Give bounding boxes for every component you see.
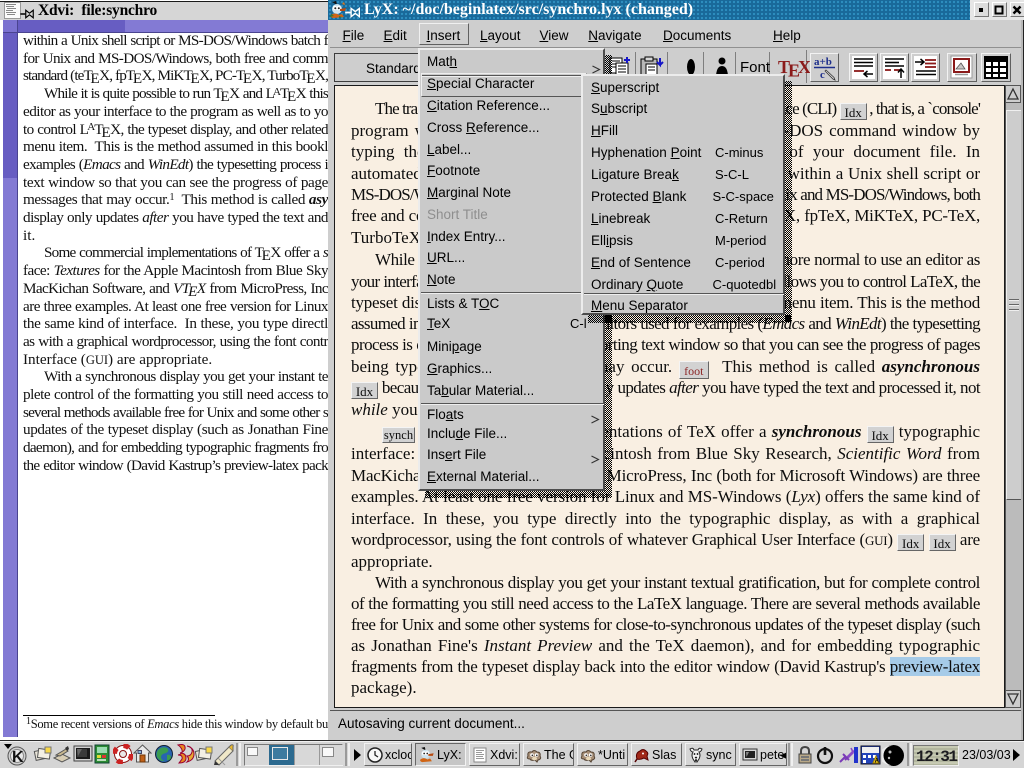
svg-text:K: K [12, 749, 24, 766]
svg-text:A: A [875, 759, 880, 765]
svg-text:a+b: a+b [814, 56, 832, 68]
svg-text:c: c [820, 69, 825, 81]
